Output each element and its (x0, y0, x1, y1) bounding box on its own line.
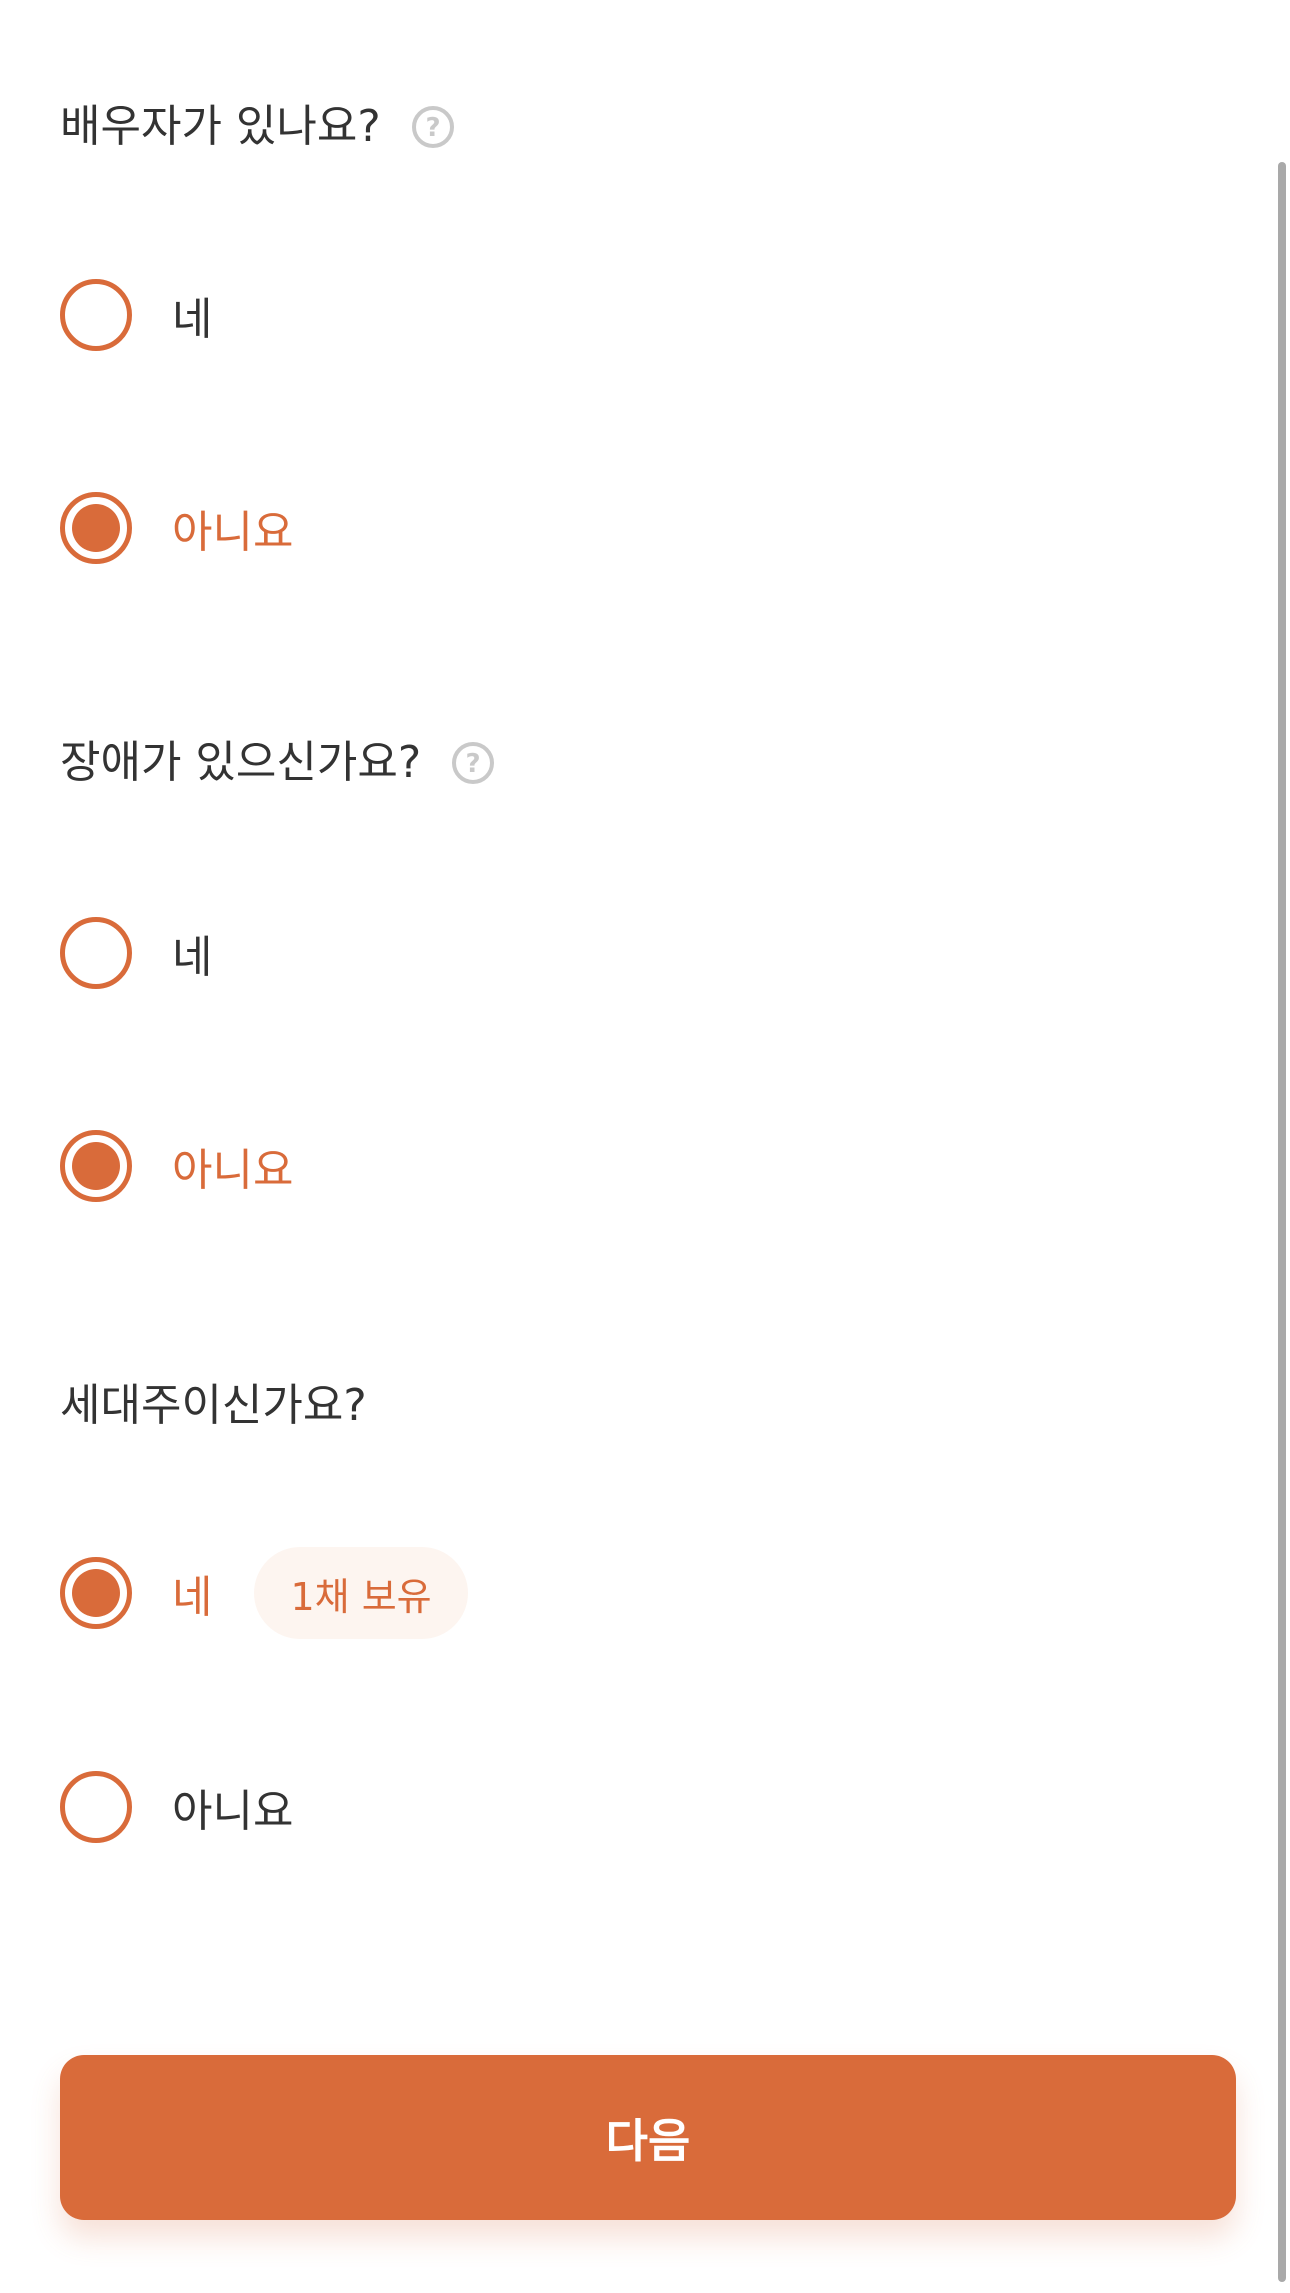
question-householder: 세대주이신가요? (60, 1376, 367, 1436)
household-form-page: 배우자가 있나요? ? 네 아니요 장애가 있으신가요? ? 네 아니요 세대주… (0, 0, 1290, 2293)
radio-button[interactable] (60, 1557, 132, 1629)
disability-option-yes[interactable]: 네 (60, 913, 212, 993)
radio-button[interactable] (60, 917, 132, 989)
scrollbar[interactable] (1278, 162, 1286, 2282)
question-disability: 장애가 있으신가요? ? (60, 733, 495, 793)
option-label: 네 (172, 294, 213, 345)
radio-dot (72, 1569, 120, 1617)
svg-text:?: ? (466, 749, 481, 779)
householder-option-no[interactable]: 아니요 (60, 1767, 293, 1847)
radio-button[interactable] (60, 492, 132, 564)
svg-text:?: ? (425, 113, 440, 143)
question-spouse: 배우자가 있나요? ? (60, 97, 455, 157)
spouse-option-yes[interactable]: 네 (60, 275, 212, 355)
radio-button[interactable] (60, 1771, 132, 1843)
spouse-option-no[interactable]: 아니요 (60, 488, 293, 568)
option-label: 네 (172, 1572, 213, 1623)
option-label: 네 (172, 932, 213, 983)
help-icon[interactable]: ? (411, 105, 455, 149)
option-label: 아니요 (172, 507, 294, 558)
radio-button[interactable] (60, 279, 132, 351)
next-button[interactable]: 다음 (60, 2055, 1236, 2220)
householder-option-yes[interactable]: 네 1채 보유 (60, 1547, 468, 1639)
question-householder-title: 세대주이신가요? (60, 1380, 367, 1431)
radio-dot (72, 504, 120, 552)
house-count-badge[interactable]: 1채 보유 (254, 1547, 468, 1639)
option-label: 아니요 (172, 1786, 294, 1837)
disability-option-no[interactable]: 아니요 (60, 1126, 293, 1206)
help-icon[interactable]: ? (451, 741, 495, 785)
radio-button[interactable] (60, 1130, 132, 1202)
option-label: 아니요 (172, 1145, 294, 1196)
question-spouse-title: 배우자가 있나요? (60, 101, 381, 152)
radio-dot (72, 1142, 120, 1190)
question-disability-title: 장애가 있으신가요? (60, 737, 422, 788)
